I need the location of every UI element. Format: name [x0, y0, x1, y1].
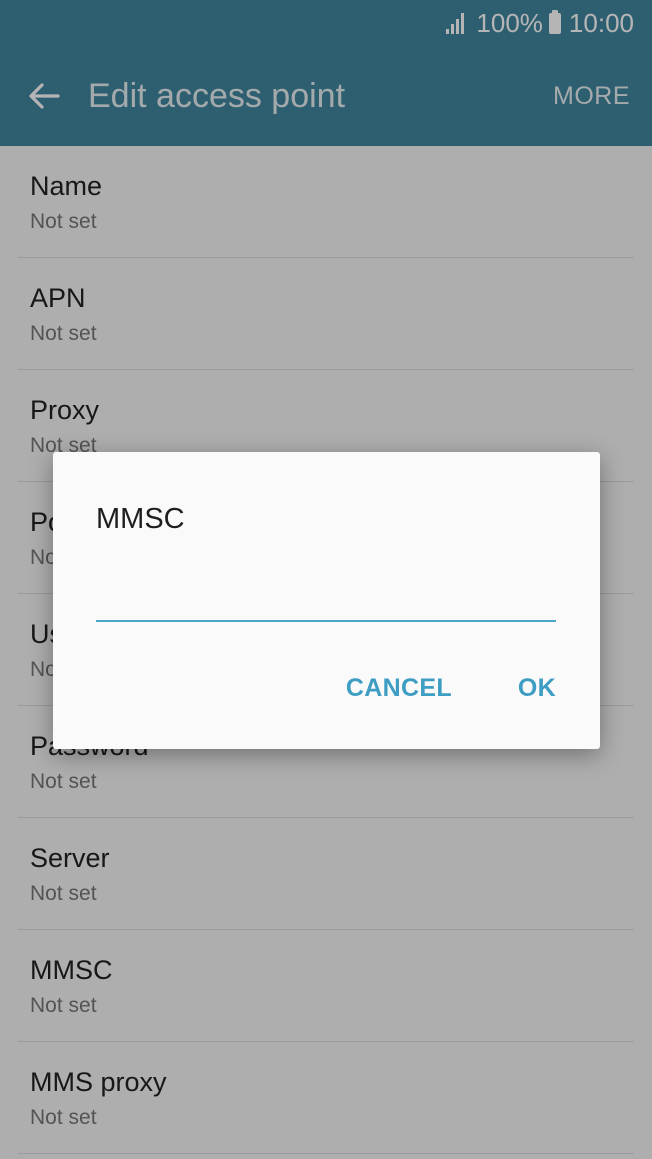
- cancel-button[interactable]: CANCEL: [346, 672, 452, 704]
- screen: 100% 10:00 Edit access point MORE Name N…: [0, 0, 652, 1159]
- mmsc-input[interactable]: [96, 578, 556, 622]
- dialog-title: MMSC: [96, 503, 185, 535]
- mmsc-dialog: MMSC CANCEL OK: [53, 452, 600, 749]
- dialog-actions: CANCEL OK: [346, 672, 556, 704]
- ok-button[interactable]: OK: [518, 672, 556, 704]
